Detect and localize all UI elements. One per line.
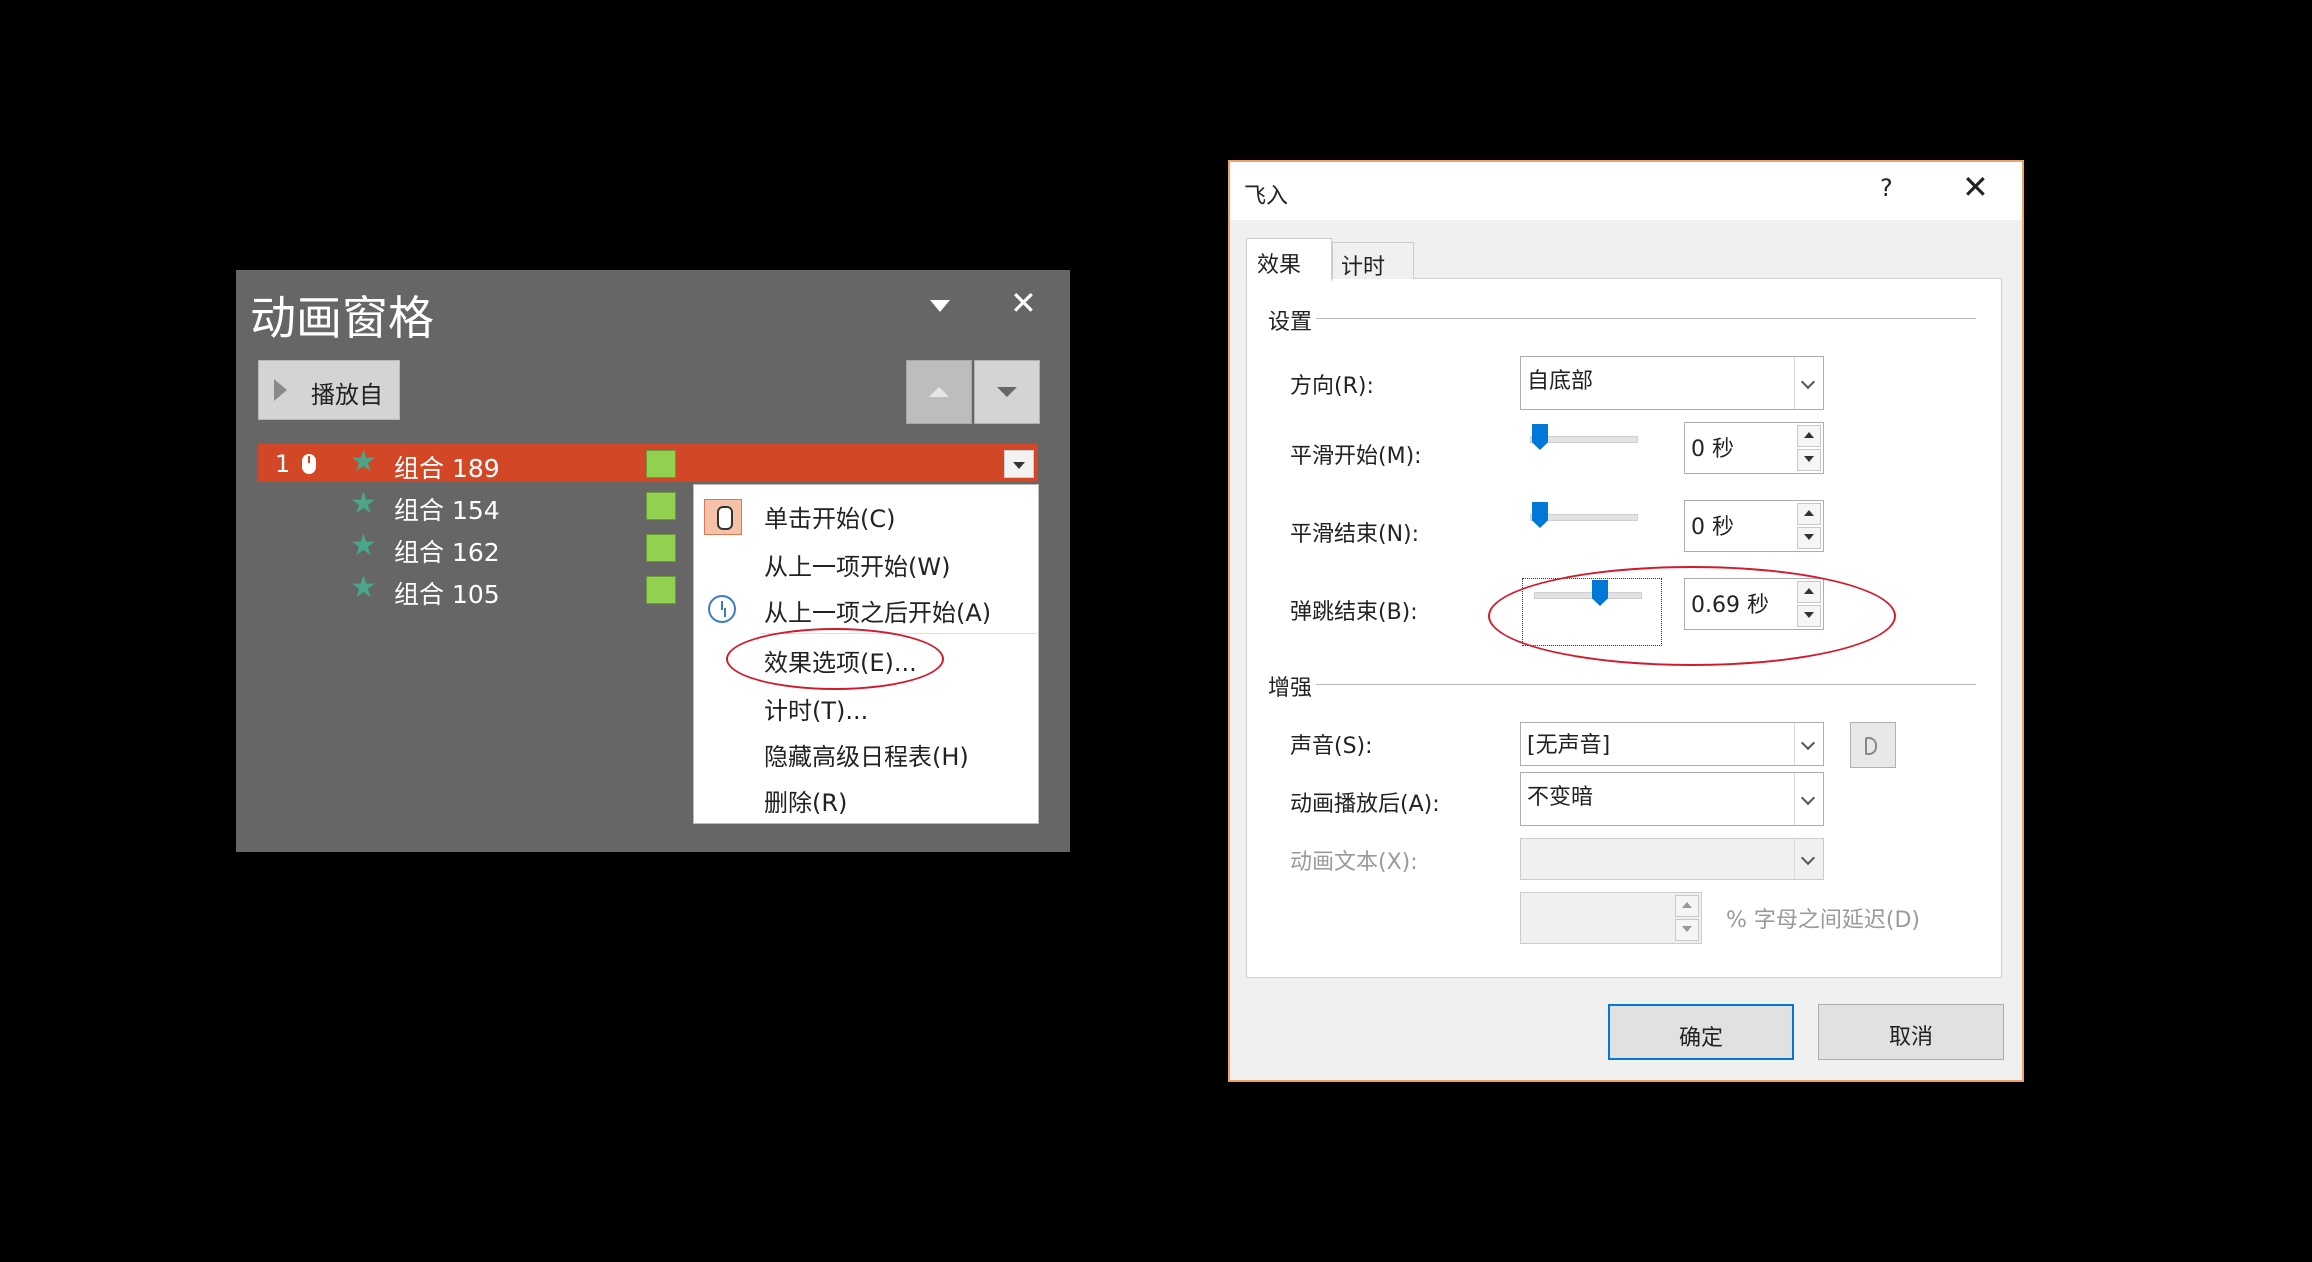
after-animation-label: 动画播放后(A): [1290, 792, 1440, 817]
section-divider [1316, 318, 1976, 319]
help-button[interactable]: ? [1880, 174, 1893, 202]
row-dropdown-button[interactable] [1004, 450, 1034, 478]
dialog-titlebar: 飞入 ? ✕ [1230, 162, 2022, 220]
smooth-end-value: 0 秒 [1691, 515, 1734, 540]
bounce-end-label: 弹跳结束(B): [1290, 600, 1418, 625]
timing-bar[interactable] [646, 576, 676, 604]
cancel-label: 取消 [1888, 1025, 1933, 1050]
menu-item-label: 从上一项之后开始(A) [764, 599, 992, 627]
row-label: 组合 154 [394, 496, 500, 525]
section-divider [1316, 684, 1976, 685]
menu-item-with-previous[interactable]: 从上一项开始(W) [694, 539, 1038, 585]
row-label: 组合 105 [394, 580, 500, 609]
play-from-button[interactable]: 播放自 [258, 360, 400, 420]
star-effect-icon: ★ [350, 486, 377, 521]
spin-up-button [1675, 895, 1699, 917]
sound-label: 声音(S): [1290, 734, 1373, 759]
smooth-end-spinner[interactable]: 0 秒 [1684, 500, 1824, 552]
ok-button[interactable]: 确定 [1608, 1004, 1794, 1060]
tab-effect[interactable]: 效果 [1246, 238, 1332, 281]
sound-value: [无声音] [1527, 733, 1611, 758]
tab-timing[interactable]: 计时 [1332, 242, 1414, 280]
move-up-button[interactable] [906, 360, 972, 424]
dialog-close-button[interactable]: ✕ [1962, 168, 1989, 206]
smooth-start-label: 平滑开始(M): [1290, 444, 1422, 469]
spin-up-button[interactable] [1797, 503, 1821, 525]
menu-item-label: 删除(R) [764, 789, 848, 817]
menu-item-label: 计时(T)... [764, 697, 869, 725]
play-from-label: 播放自 [311, 381, 383, 409]
direction-value: 自底部 [1527, 369, 1594, 394]
arrow-down-icon [997, 387, 1017, 397]
menu-item-remove[interactable]: 删除(R) [694, 775, 1038, 821]
spin-down-button [1675, 919, 1699, 941]
cancel-button[interactable]: 取消 [1818, 1004, 2004, 1060]
star-effect-icon: ★ [350, 570, 377, 605]
clock-icon [708, 595, 736, 623]
timing-bar[interactable] [646, 534, 676, 562]
spin-down-button[interactable] [1797, 449, 1821, 471]
star-effect-icon: ★ [350, 444, 377, 479]
row-number: 1 [275, 450, 291, 478]
direction-label: 方向(R): [1290, 374, 1374, 399]
row-label: 组合 189 [394, 454, 500, 483]
menu-item-label: 单击开始(C) [764, 505, 896, 533]
animate-text-select [1520, 838, 1824, 880]
after-animation-value: 不变暗 [1527, 785, 1594, 810]
direction-select[interactable]: 自底部 [1520, 356, 1824, 410]
menu-item-label: 从上一项开始(W) [764, 553, 951, 581]
enhance-section-label: 增强 [1268, 676, 1313, 701]
menu-item-timing[interactable]: 计时(T)... [694, 683, 1038, 729]
animation-row[interactable]: 1 ★ 组合 189 [258, 444, 1038, 483]
tab-label: 计时 [1341, 255, 1386, 280]
close-icon[interactable]: ✕ [1010, 284, 1037, 322]
letter-delay-spinner [1520, 892, 1702, 944]
speaker-icon[interactable] [1850, 722, 1896, 768]
row-label: 组合 162 [394, 538, 500, 567]
annotation-ellipse [726, 628, 944, 690]
menu-item-label: 隐藏高级日程表(H) [764, 743, 969, 771]
timing-bar[interactable] [646, 450, 676, 478]
play-icon [274, 379, 287, 401]
smooth-end-label: 平滑结束(N): [1290, 522, 1420, 547]
tab-label: 效果 [1257, 253, 1302, 278]
timing-bar[interactable] [646, 492, 676, 520]
after-animation-select[interactable]: 不变暗 [1520, 772, 1824, 826]
smooth-start-value: 0 秒 [1691, 437, 1734, 462]
chevron-down-icon [1794, 839, 1823, 879]
annotation-ellipse [1488, 566, 1896, 666]
animate-text-label: 动画文本(X): [1290, 850, 1418, 875]
chevron-down-icon[interactable] [1794, 357, 1823, 409]
move-down-button[interactable] [974, 360, 1040, 424]
dialog-title: 飞入 [1244, 184, 1289, 209]
letter-delay-label: % 字母之间延迟(D) [1726, 908, 1921, 933]
menu-item-after-previous[interactable]: 从上一项之后开始(A) [694, 585, 1038, 631]
pane-title: 动画窗格 [250, 291, 434, 345]
arrow-up-icon [929, 387, 949, 397]
menu-item-on-click[interactable]: 单击开始(C) [694, 491, 1038, 537]
chevron-down-icon[interactable] [1794, 723, 1823, 765]
settings-section-label: 设置 [1268, 310, 1313, 335]
spin-down-button[interactable] [1797, 527, 1821, 549]
ok-label: 确定 [1678, 1026, 1723, 1051]
chevron-down-icon[interactable] [1794, 773, 1823, 825]
smooth-start-spinner[interactable]: 0 秒 [1684, 422, 1824, 474]
menu-item-hide-timeline[interactable]: 隐藏高级日程表(H) [694, 729, 1038, 775]
star-effect-icon: ★ [350, 528, 377, 563]
mouse-click-icon [302, 454, 316, 474]
spin-up-button[interactable] [1797, 425, 1821, 447]
mouse-click-icon [704, 499, 742, 535]
pane-options-icon[interactable] [930, 300, 950, 312]
sound-select[interactable]: [无声音] [1520, 722, 1824, 766]
